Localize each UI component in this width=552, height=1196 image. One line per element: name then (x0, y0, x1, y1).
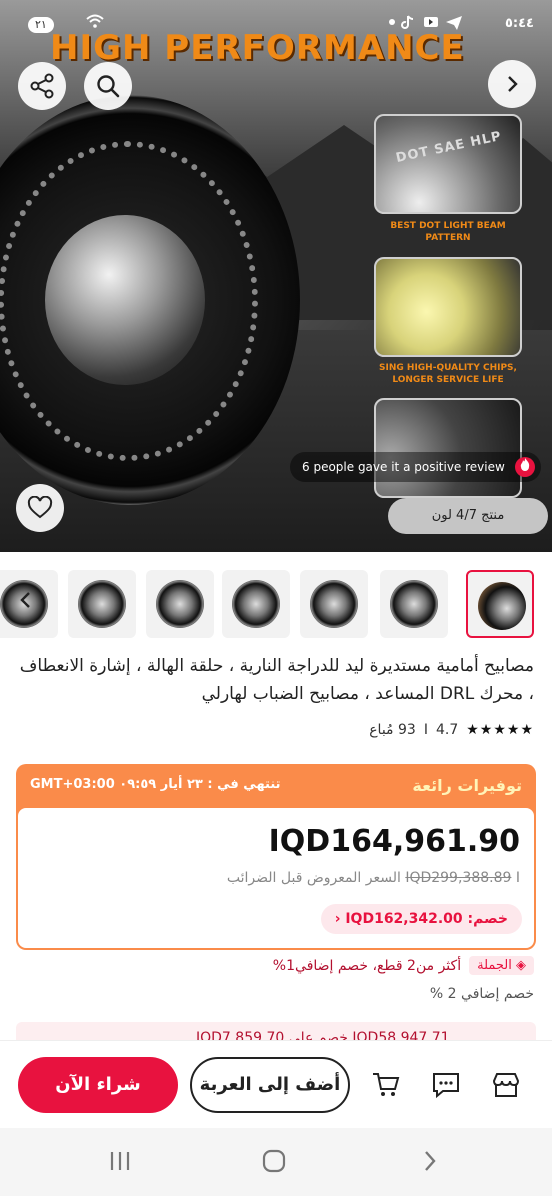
home-icon[interactable] (254, 1146, 294, 1176)
fire-icon (514, 457, 535, 477)
sold-count: 93 مُباع (369, 722, 416, 738)
deal-label: توفيرات رائعة (412, 776, 522, 795)
thumbnail-strip[interactable] (0, 566, 552, 642)
status-bar: ٢١ ٥:٤٤ (0, 10, 552, 38)
thumbnail-image (390, 580, 438, 628)
thumbnail-image (478, 582, 526, 630)
discount-badge[interactable]: خصم: IQD162,342.00 ‹ (320, 904, 522, 934)
deal-countdown: تنتهي في : ٢٣ أيار ٠٩:٥٩ GMT+03:00 (30, 777, 281, 792)
next-image-button[interactable] (488, 60, 536, 108)
rating-value: 4.7 (435, 722, 459, 738)
thumbnail-item[interactable] (68, 570, 136, 638)
original-price: IQD299,388.89 (405, 870, 512, 886)
panel-caption-chips: SING HIGH-QUALITY CHIPS, LONGER SERVICE … (379, 363, 517, 385)
system-nav-bar (0, 1128, 552, 1196)
thumbnail-image (232, 580, 280, 628)
bulk-discount-row: ◈ الجملة أكثر من2 قطع، خصم إضافي1% (273, 956, 534, 975)
share-button[interactable] (18, 62, 66, 110)
thumbnail-item[interactable] (146, 570, 214, 638)
current-price: IQD164,961.90 (268, 824, 520, 859)
product-image-gallery[interactable]: HIGH PERFORMANCE DOT SAE HLP BEST DOT LI… (0, 0, 552, 552)
chevron-right-icon (508, 76, 518, 92)
cart-icon[interactable] (368, 1067, 404, 1103)
status-clock: ٥:٤٤ (504, 16, 534, 31)
deal-header: توفيرات رائعة تنتهي في : ٢٣ أيار ٠٩:٥٩ G… (16, 764, 536, 808)
bottom-action-bar: شراء الآن أضف إلى العربة (0, 1040, 552, 1128)
wishlist-button[interactable] (16, 484, 64, 532)
thumbnail-item[interactable] (380, 570, 448, 638)
deal-box: توفيرات رائعة تنتهي في : ٢٣ أيار ٠٩:٥٩ G… (16, 764, 536, 950)
recent-apps-icon[interactable] (100, 1146, 140, 1176)
thumbnail-item[interactable] (300, 570, 368, 638)
detail-panel-housing (374, 398, 522, 498)
thumbnail-item[interactable] (222, 570, 290, 638)
bulk-tag: ◈ الجملة (469, 956, 534, 975)
rating-separator: I (423, 722, 428, 738)
thumbnail-item[interactable] (466, 570, 534, 638)
bulk-text: أكثر من2 قطع، خصم إضافي1% (272, 957, 462, 974)
review-text: 6 people gave it a positive review (302, 460, 505, 474)
star-rating-icon: ★★★★★ (466, 722, 534, 738)
notification-count: ٢١ (28, 17, 54, 33)
tag-icon: ◈ (516, 958, 526, 973)
image-counter: منتج 4/7 لون (388, 498, 548, 534)
heart-icon (27, 496, 53, 519)
positive-review-badge: 6 people gave it a positive review (290, 452, 541, 482)
bulk-tag-label: الجملة (477, 958, 512, 973)
chevron-left-icon: ‹ (334, 911, 341, 927)
store-icon[interactable] (488, 1067, 524, 1103)
deal-body: IQD164,961.90 IQD299,388.89 I السعر المع… (18, 808, 534, 948)
add-to-cart-button[interactable]: أضف إلى العربة (190, 1057, 350, 1113)
thumbnail-image (310, 580, 358, 628)
rating-row[interactable]: ★★★★★ 4.7 I 93 مُباع (369, 722, 534, 738)
back-icon[interactable] (410, 1146, 450, 1176)
search-icon (97, 75, 120, 98)
original-price-row: IQD299,388.89 I السعر المعروض قبل الضرائ… (227, 870, 520, 886)
product-title: مصابيح أمامية مستديرة ليد للدراجة الناري… (19, 656, 534, 704)
headlight-lens (45, 215, 205, 385)
status-app-icons (386, 14, 466, 34)
wifi-icon (86, 14, 104, 32)
chevron-left-icon[interactable] (18, 590, 32, 615)
detail-panel-chips (374, 257, 522, 357)
panel-caption-beam: BEST DOT LIGHT BEAM PATTERN (390, 221, 506, 243)
discount-text: خصم: IQD162,342.00 (345, 911, 508, 927)
extra-discount: خصم إضافي 2 % (429, 986, 534, 1002)
buy-now-button[interactable]: شراء الآن (18, 1057, 178, 1113)
search-button[interactable] (84, 62, 132, 110)
share-icon (30, 73, 54, 99)
chat-icon[interactable] (428, 1067, 464, 1103)
thumbnail-image (156, 580, 204, 628)
thumbnail-image (78, 580, 126, 628)
